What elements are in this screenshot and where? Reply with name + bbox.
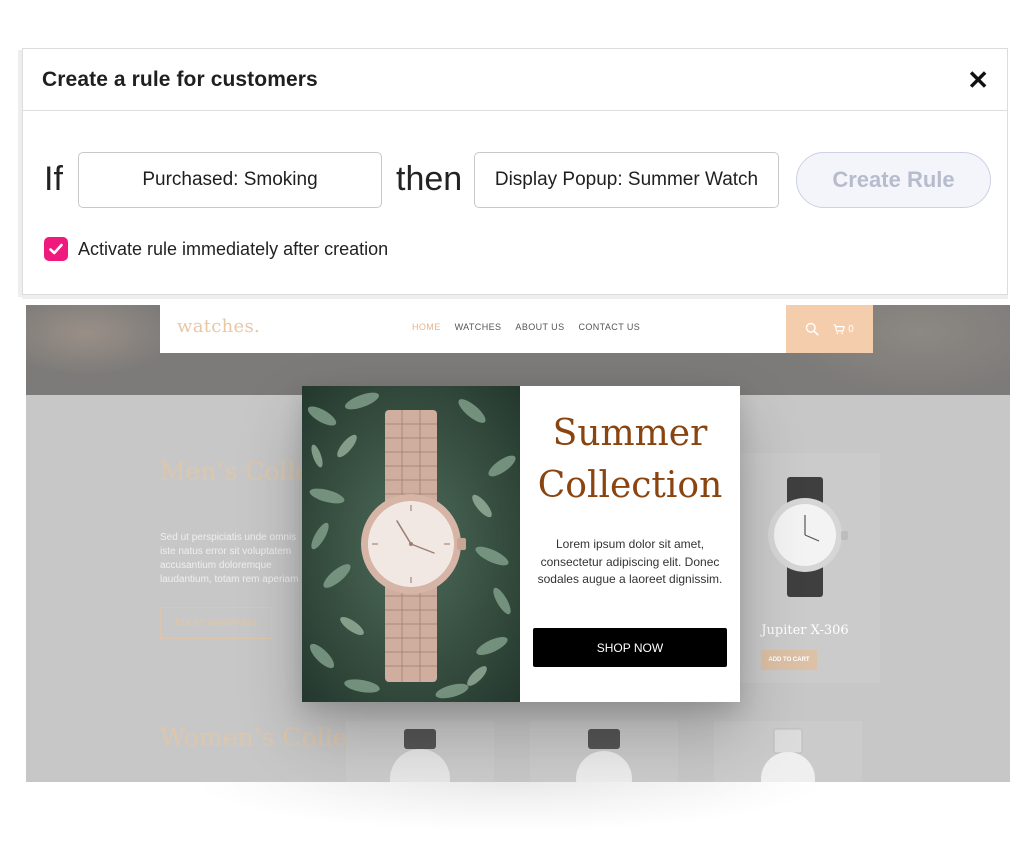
activate-option: Activate rule immediately after creation bbox=[44, 237, 388, 261]
activate-label: Activate rule immediately after creation bbox=[78, 238, 389, 259]
summer-popup: Summer Collection Lorem ipsum dolor sit … bbox=[302, 386, 740, 702]
condition-field[interactable]: Purchased: Smoking bbox=[78, 152, 382, 208]
popup-body-text: Lorem ipsum dolor sit amet, consectetur … bbox=[537, 537, 723, 586]
checkmark-icon bbox=[49, 243, 63, 255]
nav-tools: 0 bbox=[786, 305, 873, 353]
close-icon[interactable]: ✕ bbox=[967, 67, 989, 93]
add-to-cart-button[interactable]: ADD TO CART bbox=[761, 650, 817, 670]
nav-contact-us[interactable]: CONTACT US bbox=[578, 322, 640, 332]
watch-photo bbox=[302, 386, 520, 702]
shop-now-button[interactable]: SHOP NOW bbox=[533, 628, 727, 667]
nav-watches[interactable]: WATCHES bbox=[455, 322, 502, 332]
product-card[interactable]: Jupiter X-306 ADD TO CART bbox=[730, 453, 880, 683]
cart-button[interactable]: 0 bbox=[833, 324, 854, 335]
search-icon[interactable] bbox=[805, 322, 819, 336]
popup-heading: Summer Collection bbox=[537, 413, 723, 506]
men-collection-description: Sed ut perspiciatis unde omnis iste natu… bbox=[160, 532, 299, 585]
rule-builder-row: If Purchased: Smoking then Display Popup… bbox=[23, 152, 1007, 208]
product-name: Jupiter X-306 bbox=[761, 623, 849, 638]
if-keyword: If bbox=[44, 160, 63, 198]
action-field[interactable]: Display Popup: Summer Watch bbox=[474, 152, 779, 208]
site-header: watches. HOME WATCHES ABOUT US CONTACT U… bbox=[160, 305, 873, 353]
site-logo[interactable]: watches. bbox=[177, 316, 260, 337]
watch-image bbox=[390, 729, 450, 782]
activate-checkbox[interactable] bbox=[44, 237, 68, 261]
then-keyword: then bbox=[396, 160, 463, 198]
nav-home[interactable]: HOME bbox=[412, 322, 441, 332]
watch-image bbox=[576, 729, 632, 782]
rule-dialog: Create a rule for customers ✕ If Purchas… bbox=[22, 48, 1008, 295]
cart-icon bbox=[833, 323, 846, 334]
site-nav-menu: HOME WATCHES ABOUT US CONTACT US bbox=[412, 322, 640, 332]
create-rule-button[interactable]: Create Rule bbox=[796, 152, 991, 208]
nav-about-us[interactable]: ABOUT US bbox=[515, 322, 564, 332]
popup-watch-image bbox=[302, 386, 520, 702]
women-product-card[interactable] bbox=[346, 721, 494, 782]
dialog-title: Create a rule for customers bbox=[42, 67, 318, 91]
women-product-card[interactable] bbox=[714, 721, 862, 782]
product-watch-image bbox=[768, 477, 848, 597]
start-shopping-button[interactable]: START SHOPPING bbox=[160, 607, 272, 639]
watch-image bbox=[761, 728, 815, 782]
cart-count: 0 bbox=[848, 323, 854, 335]
women-product-card[interactable] bbox=[530, 721, 678, 782]
dialog-header: Create a rule for customers ✕ bbox=[23, 49, 1007, 111]
